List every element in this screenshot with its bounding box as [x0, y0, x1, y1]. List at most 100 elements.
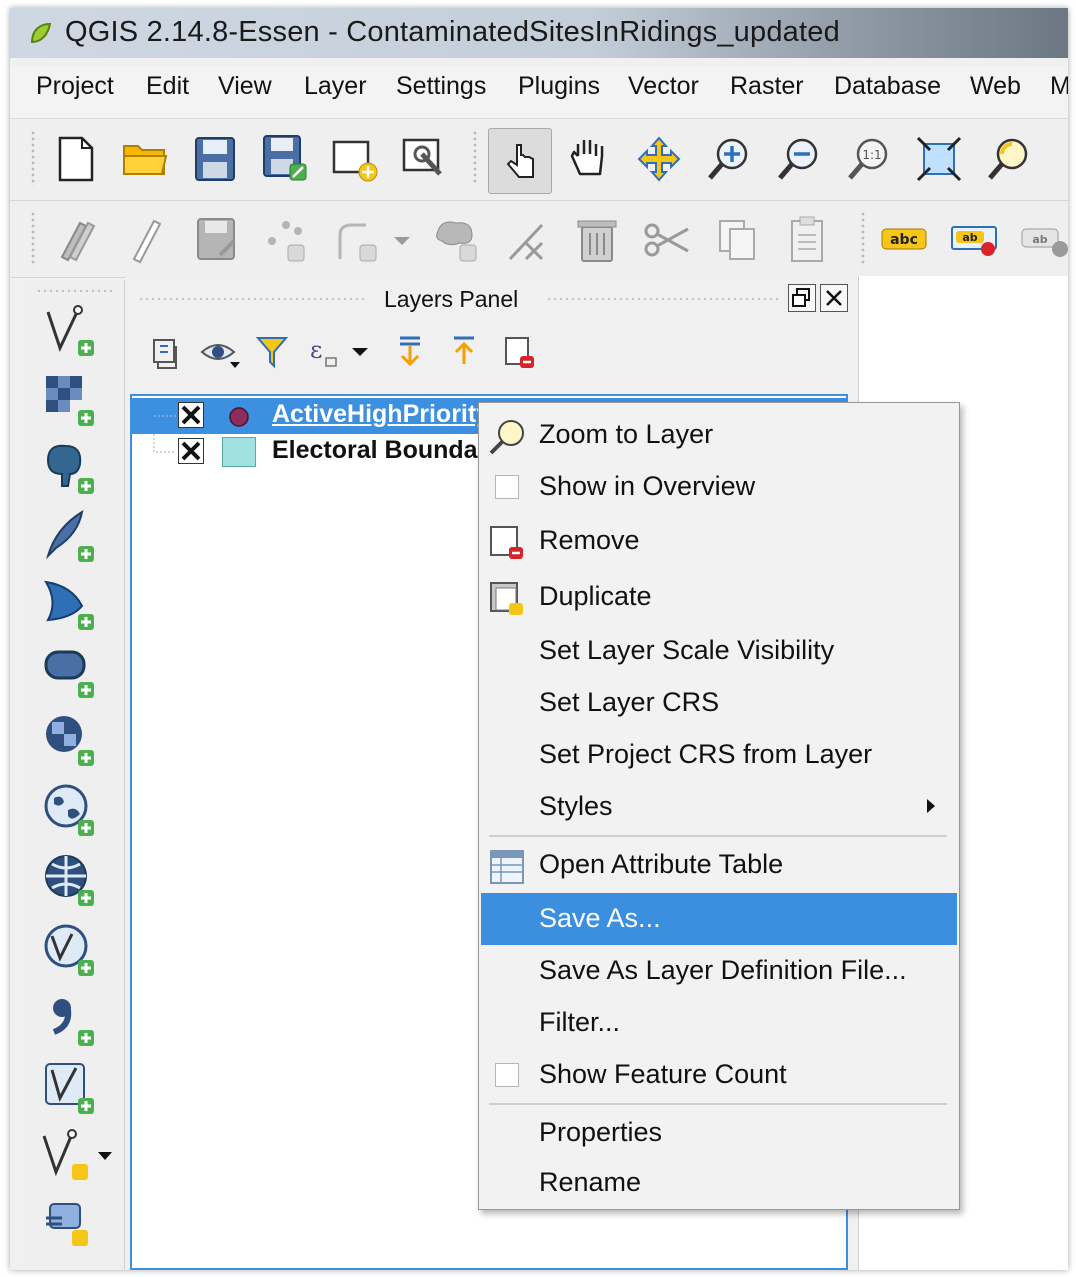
layer-styling-button[interactable]	[146, 332, 192, 378]
save-project-button[interactable]	[184, 128, 246, 192]
menu-project[interactable]: Project	[36, 72, 114, 101]
add-vector-layer-button[interactable]	[38, 302, 108, 364]
menu-item-show-feature-count[interactable]: Show Feature Count	[481, 1049, 957, 1101]
float-panel-button[interactable]	[788, 284, 816, 312]
expand-all-icon	[400, 336, 420, 367]
cut-features-button[interactable]	[636, 209, 698, 273]
menu-edit[interactable]: Edit	[146, 72, 189, 101]
pin-labels-button[interactable]: ab	[944, 209, 1006, 273]
duplicate-layer-icon	[490, 582, 523, 615]
menu-web[interactable]: Web	[970, 72, 1021, 101]
menu-view[interactable]: View	[218, 72, 272, 101]
current-edits-button[interactable]	[46, 209, 108, 273]
zoom-actual-size-button[interactable]: 1:1	[838, 128, 900, 192]
collapse-all-icon	[454, 336, 474, 364]
expression-filter-dropdown[interactable]	[348, 332, 374, 378]
add-delimited-text-layer-button[interactable]	[38, 992, 108, 1054]
show-hide-labels-button[interactable]: ab	[1014, 209, 1068, 273]
remove-layer-button[interactable]	[500, 332, 546, 378]
expand-all-button[interactable]	[392, 332, 438, 378]
menu-item-set-project-crs-from-layer[interactable]: Set Project CRS from Layer	[481, 729, 957, 781]
open-project-button[interactable]	[114, 128, 176, 192]
add-virtual-layer-button[interactable]	[38, 1060, 108, 1122]
toolbar-grip[interactable]	[30, 130, 36, 186]
mssql-icon	[44, 580, 94, 630]
toolbar-grip[interactable]	[472, 130, 478, 186]
menu-item-open-attribute-table[interactable]: Open Attribute Table	[481, 839, 957, 891]
pan-to-selection-button[interactable]	[628, 128, 690, 192]
zoom-to-layer-button[interactable]	[978, 128, 1040, 192]
toggle-editing-button[interactable]	[116, 209, 178, 273]
new-project-button[interactable]	[44, 128, 106, 192]
node-tool-dropdown[interactable]	[386, 209, 416, 273]
toolbar-grip[interactable]	[30, 211, 36, 267]
menu-item-set-layer-scale-visibility[interactable]: Set Layer Scale Visibility	[481, 625, 957, 677]
layer-visibility-checkbox[interactable]	[178, 438, 204, 464]
toolbar-grip[interactable]	[860, 211, 866, 267]
collapse-all-button[interactable]	[446, 332, 492, 378]
save-project-as-button[interactable]	[254, 128, 316, 192]
close-icon	[826, 290, 842, 306]
show-feature-count-checkbox[interactable]	[495, 1063, 519, 1087]
new-spatialite-layer-button[interactable]	[38, 1196, 108, 1258]
close-panel-button[interactable]	[820, 284, 848, 312]
modify-geometry-button[interactable]	[426, 209, 488, 273]
pan-map-button[interactable]	[558, 128, 620, 192]
composer-manager-button[interactable]	[394, 128, 456, 192]
restore-window-icon	[792, 288, 810, 307]
menu-layer[interactable]: Layer	[304, 72, 367, 101]
menu-item-properties[interactable]: Properties	[481, 1107, 957, 1159]
menu-item-filter[interactable]: Filter...	[481, 997, 957, 1049]
spatialite-feather-icon	[45, 509, 94, 562]
paste-features-button[interactable]	[776, 209, 838, 273]
manage-visibility-button[interactable]	[198, 332, 244, 378]
filter-by-expression-button[interactable]: ε	[304, 332, 350, 378]
touch-zoom-pan-button[interactable]	[488, 128, 552, 194]
scissors-icon	[644, 223, 689, 257]
menu-item-zoom-to-layer[interactable]: Zoom to Layer	[481, 409, 957, 461]
add-wfs-layer-button[interactable]	[38, 852, 108, 914]
filter-legend-button[interactable]	[252, 332, 298, 378]
menu-vector[interactable]: Vector	[628, 72, 699, 101]
toolbar-grip[interactable]	[36, 288, 112, 294]
zoom-in-button[interactable]	[698, 128, 760, 192]
add-wfs-vector-layer-button[interactable]	[38, 922, 108, 984]
add-wcs-layer-button[interactable]	[38, 712, 108, 774]
copy-features-button[interactable]	[706, 209, 768, 273]
node-edit-button[interactable]	[496, 209, 558, 273]
save-layer-edits-button[interactable]	[186, 209, 248, 273]
menu-item-remove[interactable]: Remove	[481, 515, 957, 567]
menu-item-duplicate[interactable]: Duplicate	[481, 571, 957, 623]
wms-globe-icon	[44, 784, 94, 836]
delete-selected-button[interactable]	[566, 209, 628, 273]
menu-plugins[interactable]: Plugins	[518, 72, 600, 101]
submenu-arrow-icon	[927, 799, 935, 813]
menu-database[interactable]: Database	[834, 72, 941, 101]
menu-settings[interactable]: Settings	[396, 72, 486, 101]
show-in-overview-checkbox[interactable]	[495, 475, 519, 499]
zoom-out-button[interactable]	[768, 128, 830, 192]
menu-item-save-as[interactable]: Save As...	[481, 893, 957, 945]
layers-panel-header[interactable]: Layers Panel	[126, 276, 858, 320]
move-feature-button[interactable]	[326, 209, 388, 273]
layer-labeling-options-button[interactable]: abc	[874, 209, 936, 273]
new-print-composer-button[interactable]	[324, 128, 386, 192]
layer-visibility-checkbox[interactable]	[178, 402, 204, 428]
menu-more[interactable]: M	[1050, 72, 1068, 101]
menu-item-rename[interactable]: Rename	[481, 1157, 957, 1209]
add-wms-layer-button[interactable]	[38, 782, 108, 844]
menu-item-styles[interactable]: Styles	[481, 781, 957, 833]
add-raster-layer-button[interactable]	[38, 372, 108, 434]
add-mssql-layer-button[interactable]	[38, 576, 108, 638]
menu-item-set-layer-crs[interactable]: Set Layer CRS	[481, 677, 957, 729]
add-oracle-layer-button[interactable]	[38, 644, 108, 706]
zoom-full-button[interactable]	[908, 128, 970, 192]
add-postgis-layer-button[interactable]	[38, 440, 108, 502]
new-vector-layer-button[interactable]	[38, 1128, 112, 1190]
menu-item-label: Properties	[539, 1117, 663, 1147]
menu-item-show-in-overview[interactable]: Show in Overview	[481, 461, 957, 513]
menu-item-save-as-layer-definition-file[interactable]: Save As Layer Definition File...	[481, 945, 957, 997]
add-spatialite-layer-button[interactable]	[38, 508, 108, 570]
menu-raster[interactable]: Raster	[730, 72, 804, 101]
add-feature-button[interactable]	[256, 209, 318, 273]
